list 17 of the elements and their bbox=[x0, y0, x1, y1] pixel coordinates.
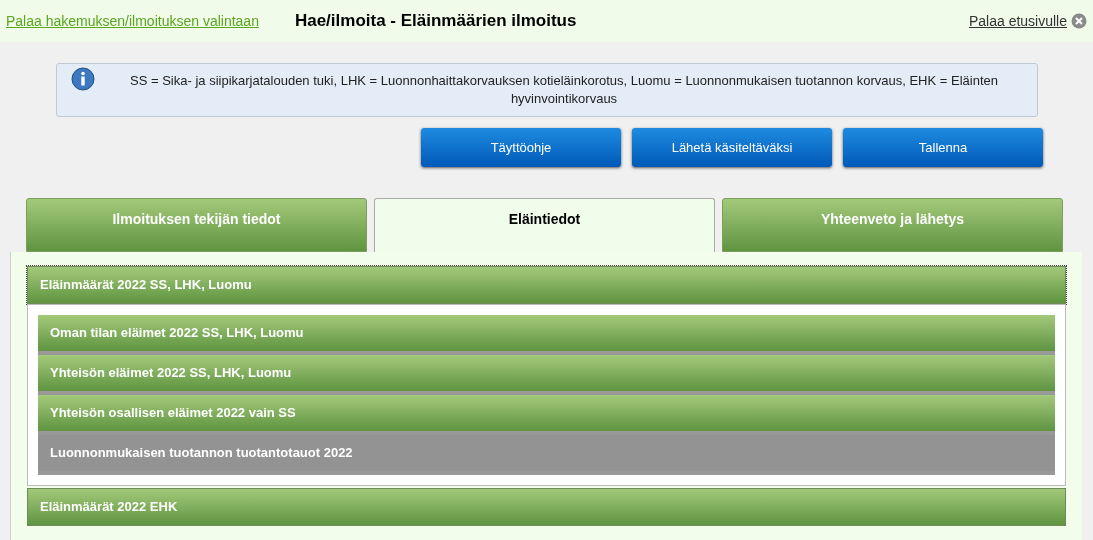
tab[interactable]: Eläintiedot bbox=[374, 198, 715, 252]
action-button[interactable]: Lähetä käsiteltäväksi bbox=[632, 128, 832, 167]
action-button[interactable]: Täyttöohje bbox=[421, 128, 621, 167]
info-text: SS = Sika- ja siipikarjatalouden tuki, LHK = Luonnonhaittakorvauksen kotieläinkorotus, Luomu = Luonnonmukaisen tuotannon korvaus, EHK = Eläinten hyvinvointikorvaus bbox=[129, 72, 999, 108]
action-button[interactable]: Tallenna bbox=[843, 128, 1043, 167]
page-title: Hae/ilmoita - Eläinmäärien ilmoitus bbox=[294, 10, 577, 33]
subsection-item[interactable]: Yhteisön osallisen eläimet 2022 vain SS bbox=[38, 395, 1055, 435]
home-link[interactable]: Palaa etusivulle bbox=[968, 10, 1067, 32]
info-icon bbox=[71, 67, 95, 91]
tab[interactable]: Yhteenveto ja lähetys bbox=[722, 198, 1063, 252]
close-icon[interactable] bbox=[1071, 13, 1087, 29]
tab[interactable]: Ilmoituksen tekijän tiedot bbox=[26, 198, 367, 252]
section-header[interactable]: Eläinmäärät 2022 SS, LHK, Luomu bbox=[27, 266, 1066, 304]
back-link[interactable]: Palaa hakemuksen/ilmoituksen valintaan bbox=[6, 10, 259, 32]
section-header[interactable]: Eläinmäärät 2022 EHK bbox=[27, 488, 1066, 526]
subsection-item[interactable]: Oman tilan eläimet 2022 SS, LHK, Luomu bbox=[38, 315, 1055, 355]
subsection-item[interactable]: Yhteisön eläimet 2022 SS, LHK, Luomu bbox=[38, 355, 1055, 395]
